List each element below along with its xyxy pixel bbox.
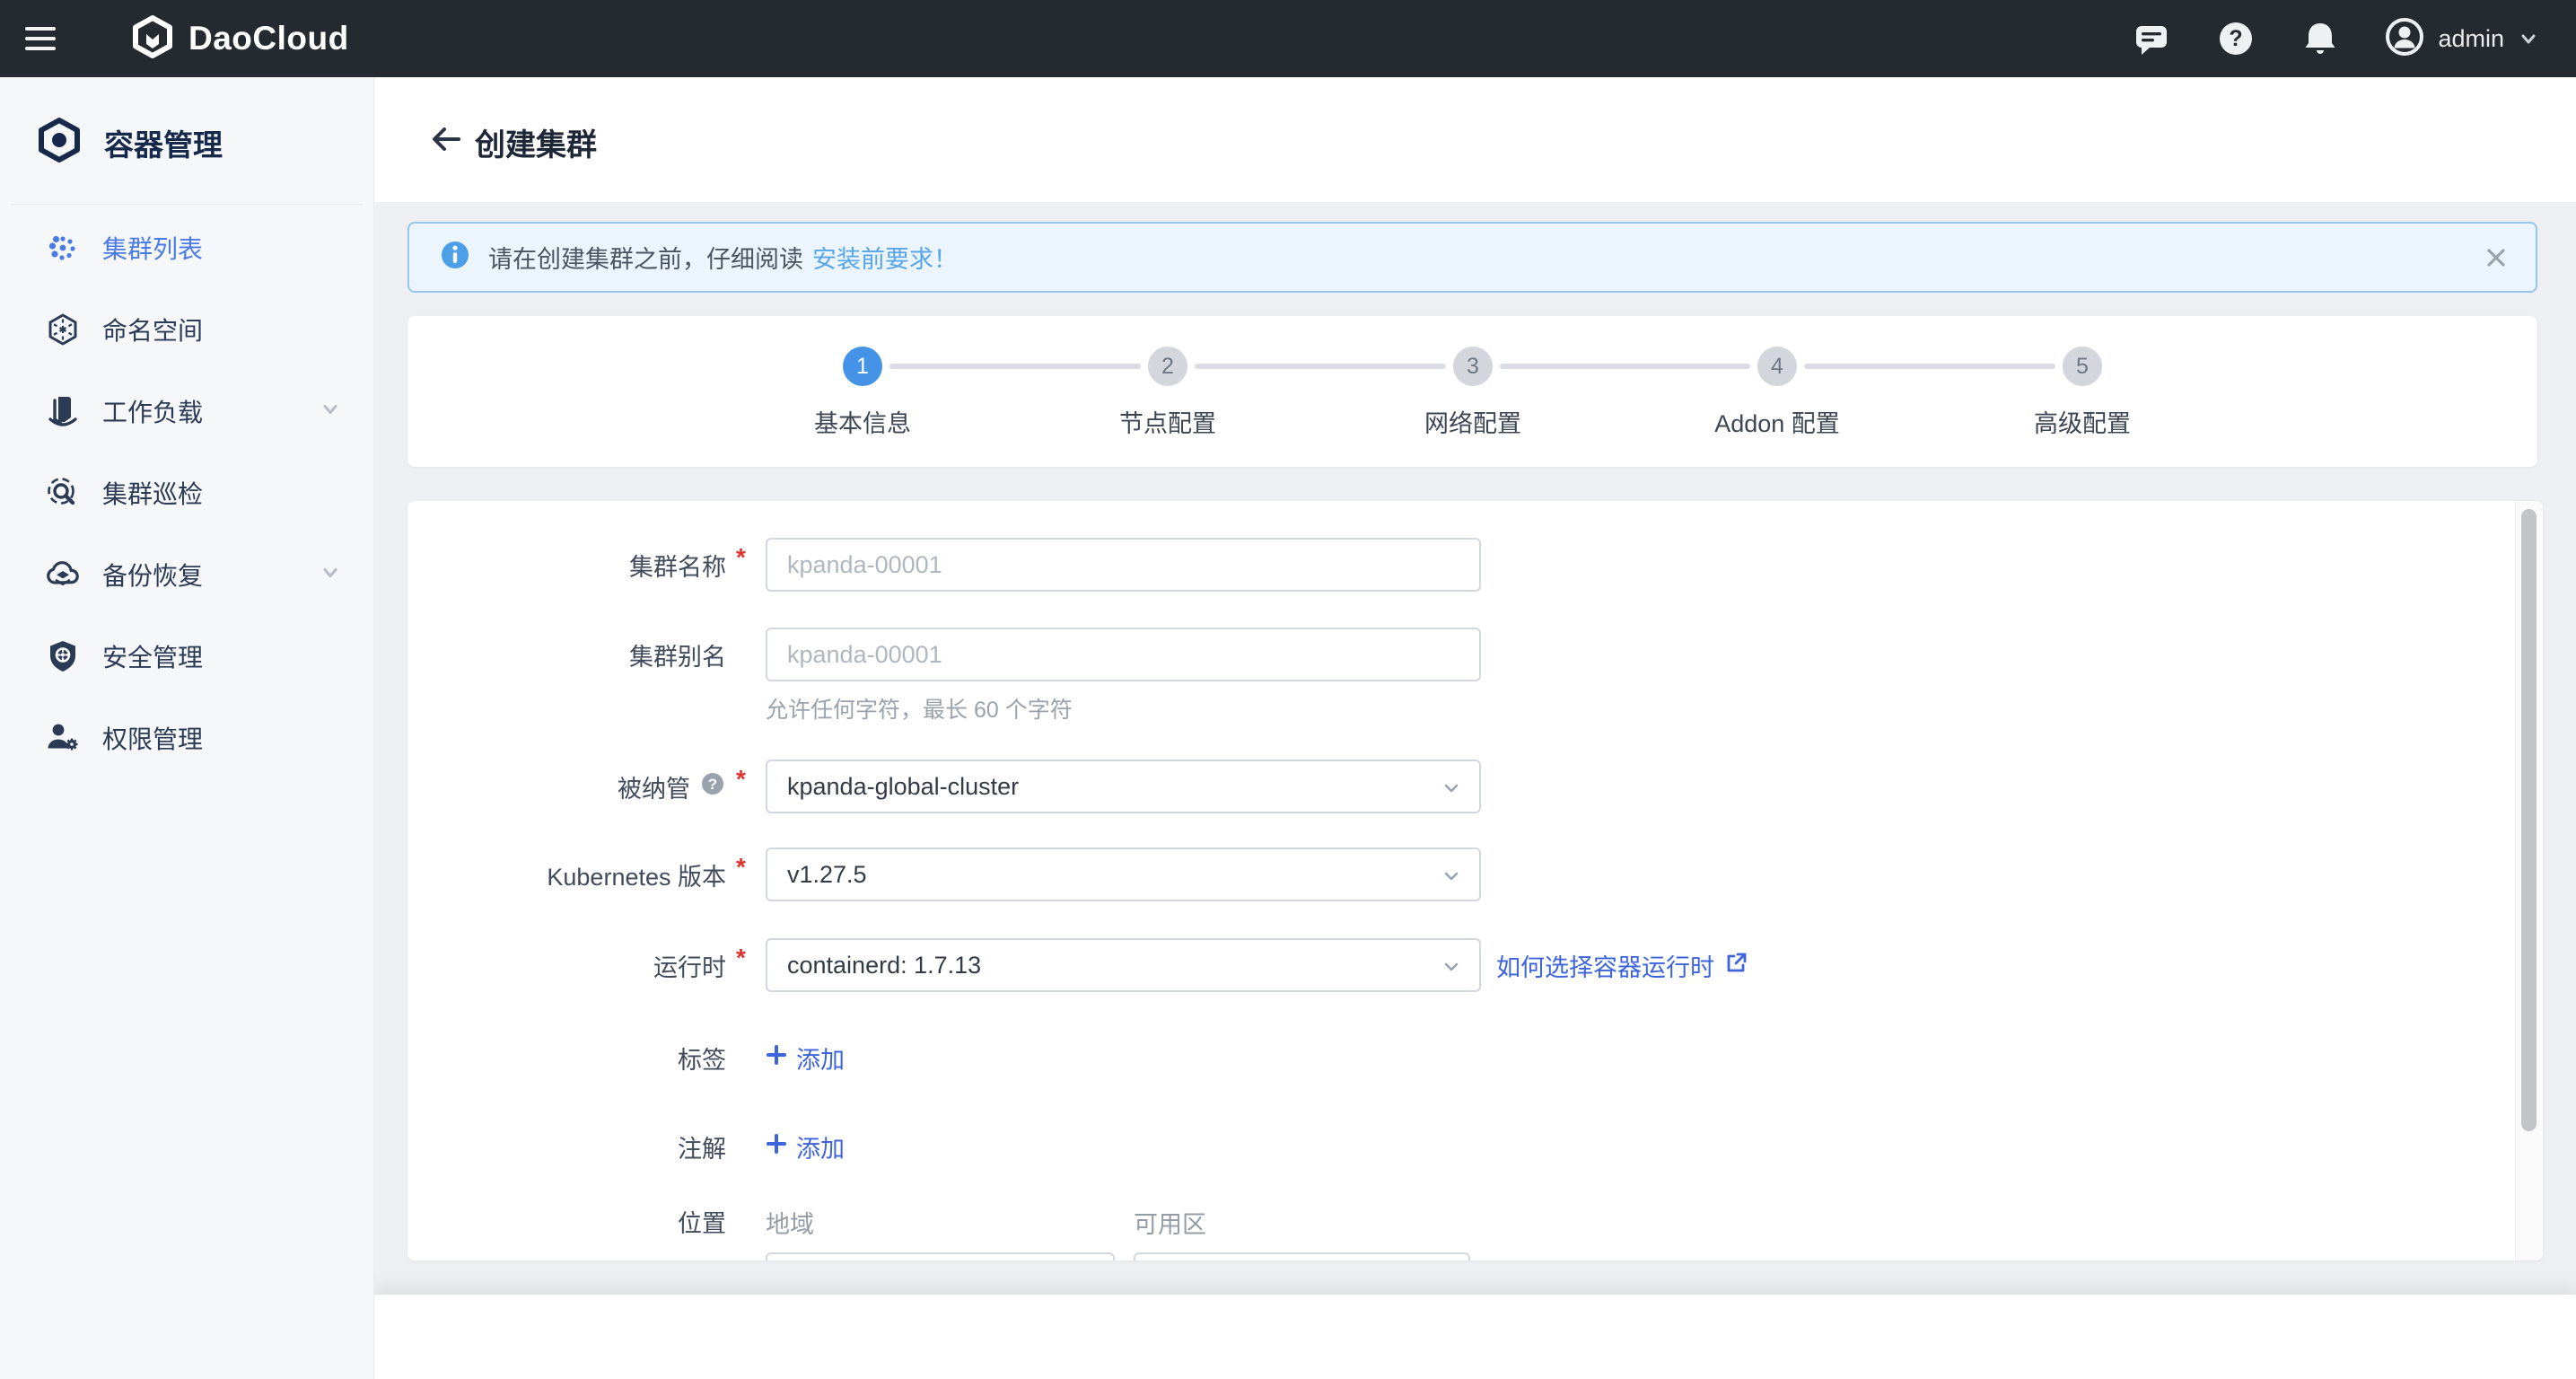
step-1-label: 基本信息 — [814, 410, 911, 437]
step-4-label: Addon 配置 — [1714, 410, 1840, 437]
select-chevron-icon — [1440, 865, 1463, 894]
page-header: 创建集群 — [374, 77, 2576, 202]
cluster-alias-label: 集群别名 — [629, 643, 726, 671]
info-icon — [438, 238, 472, 277]
inspection-magnifier-icon — [45, 475, 81, 511]
cluster-alias-input[interactable] — [766, 628, 1481, 681]
wizard-footer: 取消 下一步 — [374, 1295, 2576, 1379]
sidebar-item-cluster-list[interactable]: 集群列表 — [0, 206, 373, 288]
k8s-version-label: Kubernetes 版本 — [547, 863, 726, 891]
chevron-down-icon[interactable] — [318, 396, 343, 426]
feedback-icon[interactable] — [2131, 18, 2172, 59]
managed-by-select[interactable]: kpanda-global-cluster — [766, 760, 1481, 813]
menu-toggle-icon[interactable] — [25, 23, 57, 54]
step-connector — [1804, 364, 2055, 369]
sidebar-item-cluster-inspection[interactable]: 集群巡检 — [0, 452, 373, 533]
security-shield-icon — [45, 638, 81, 674]
topbar: DaoCloud ? admin — [0, 0, 2576, 77]
step-connector — [1500, 364, 1750, 369]
back-arrow-icon[interactable] — [428, 122, 464, 156]
step-connector — [889, 364, 1141, 369]
runtime-label: 运行时 — [653, 953, 726, 981]
cluster-alias-helper: 允许任何字符，最长 60 个字符 — [766, 698, 1073, 723]
step-2-circle[interactable]: 2 — [1148, 347, 1187, 386]
step-3-circle[interactable]: 3 — [1453, 347, 1493, 386]
info-banner: 请在创建集群之前，仔细阅读 安装前要求！ — [407, 222, 2537, 293]
notifications-bell-icon[interactable] — [2300, 18, 2341, 59]
zone-label: 可用区 — [1134, 1211, 1206, 1238]
sidebar-product: 容器管理 — [36, 117, 223, 168]
step-connector — [1195, 364, 1446, 369]
help-circle-icon[interactable]: ? — [699, 770, 726, 804]
banner-close-icon[interactable] — [2480, 242, 2512, 274]
daocloud-logo-icon — [131, 14, 174, 63]
select-chevron-icon — [1440, 777, 1463, 806]
step-4-circle[interactable]: 4 — [1757, 347, 1797, 386]
cluster-name-input[interactable] — [766, 538, 1481, 592]
required-asterisk: * — [736, 765, 746, 793]
managed-by-label: 被纳管 ? — [407, 760, 726, 813]
username: admin — [2438, 24, 2504, 52]
sidebar-title: 容器管理 — [104, 127, 223, 162]
permissions-user-gear-icon — [45, 720, 81, 756]
content-area: 请在创建集群之前，仔细阅读 安装前要求！ 1 2 3 4 5 基本信息 节点配置… — [374, 202, 2576, 1379]
sidebar-item-security[interactable]: 安全管理 — [0, 615, 373, 697]
help-icon[interactable]: ? — [2215, 18, 2256, 59]
step-3-label: 网络配置 — [1424, 410, 1521, 437]
step-2-label: 节点配置 — [1119, 410, 1216, 437]
annotations-label: 注解 — [678, 1135, 726, 1163]
sidebar-menu: 集群列表 命名空间 工作负载 集群巡检 备份恢复 安全管理 权限管理 — [0, 206, 373, 778]
region-input[interactable] — [766, 1252, 1115, 1260]
required-asterisk: * — [736, 944, 746, 971]
sidebar-item-namespace[interactable]: 命名空间 — [0, 288, 373, 370]
runtime-select[interactable]: containerd: 1.7.13 — [766, 938, 1481, 992]
user-menu[interactable]: admin — [2384, 16, 2540, 62]
step-5-label: 高级配置 — [2034, 410, 2131, 437]
sidebar-item-permissions[interactable]: 权限管理 — [0, 697, 373, 778]
scrollbar-track[interactable] — [2515, 501, 2543, 1260]
chevron-down-icon — [2521, 34, 2536, 44]
select-chevron-icon — [1440, 955, 1463, 985]
basic-info-form: 集群名称 * 集群别名 允许任何字符，最长 60 个字符 被纳管 ? * — [407, 501, 2543, 1260]
zone-input[interactable] — [1134, 1252, 1470, 1260]
sidebar-item-backup-restore[interactable]: 备份恢复 — [0, 533, 373, 615]
cluster-name-label: 集群名称 — [629, 553, 726, 581]
step-5-circle[interactable]: 5 — [2063, 347, 2102, 386]
brand[interactable]: DaoCloud — [131, 0, 349, 77]
step-1-circle[interactable]: 1 — [843, 347, 882, 386]
external-link-icon — [1723, 950, 1748, 981]
pre-install-requirements-link[interactable]: 安装前要求！ — [812, 240, 958, 275]
required-asterisk: * — [736, 543, 746, 571]
add-label-button[interactable]: 添加 — [766, 1041, 845, 1074]
region-label: 地域 — [766, 1211, 814, 1238]
avatar-icon — [2384, 16, 2425, 62]
sidebar-divider — [11, 204, 363, 205]
svg-text:?: ? — [2230, 26, 2243, 51]
location-label: 位置 — [678, 1209, 726, 1237]
required-asterisk: * — [736, 853, 746, 881]
chevron-down-icon[interactable] — [318, 559, 343, 589]
plus-icon — [766, 1133, 787, 1161]
backup-cloud-icon — [45, 557, 81, 593]
sidebar-item-workloads[interactable]: 工作负载 — [0, 370, 373, 452]
namespace-cube-icon — [45, 312, 81, 347]
wizard-stepper: 1 2 3 4 5 基本信息 节点配置 网络配置 Addon 配置 高级配置 — [407, 316, 2537, 467]
runtime-docs-link[interactable]: 如何选择容器运行时 — [1496, 938, 1748, 992]
topbar-actions: ? admin — [2131, 0, 2576, 77]
workloads-icon — [45, 393, 81, 429]
sidebar: 容器管理 集群列表 命名空间 工作负载 集群巡检 备份恢复 安全管理 权限管理 — [0, 77, 374, 1379]
add-annotation-button[interactable]: 添加 — [766, 1130, 845, 1163]
brand-name: DaoCloud — [188, 20, 349, 57]
page-title: 创建集群 — [475, 128, 597, 162]
k8s-version-select[interactable]: v1.27.5 — [766, 848, 1481, 901]
container-mgmt-icon — [36, 117, 83, 168]
scrollbar-thumb[interactable] — [2521, 509, 2537, 1131]
svg-text:?: ? — [708, 776, 717, 793]
labels-label: 标签 — [678, 1046, 726, 1074]
cluster-dots-icon — [45, 230, 81, 266]
plus-icon — [766, 1044, 787, 1072]
banner-text: 请在创建集群之前，仔细阅读 — [488, 246, 803, 273]
